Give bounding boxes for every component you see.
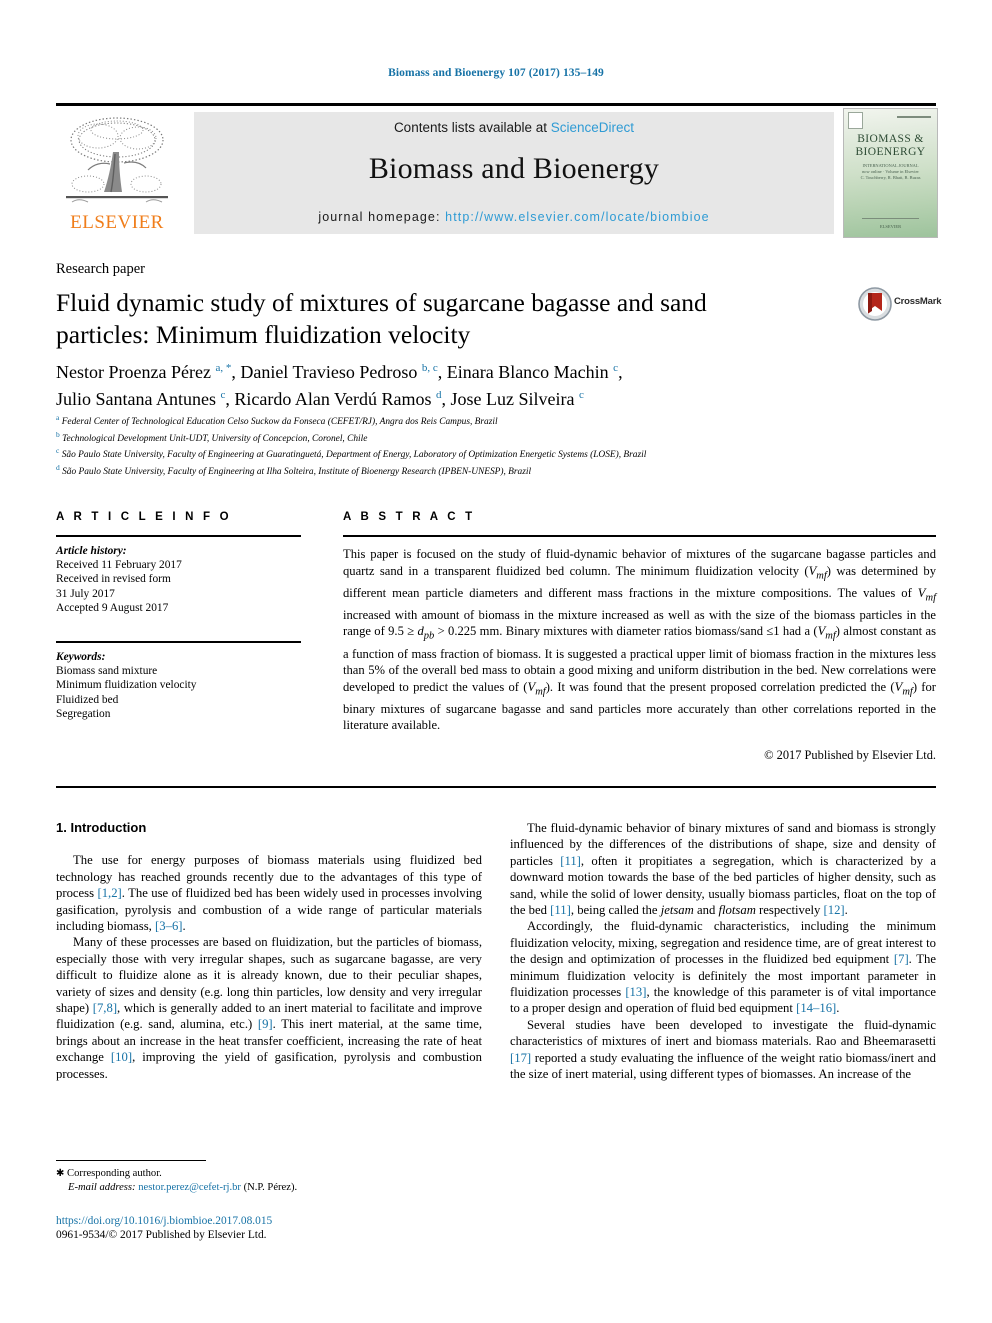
email-suffix: (N.P. Pérez).	[240, 1181, 298, 1193]
article-page: Biomass and Bioenergy 107 (2017) 135–149	[0, 0, 992, 1323]
body-column-right: The fluid-dynamic behavior of binary mix…	[510, 820, 936, 1083]
elsevier-wordmark: ELSEVIER	[70, 212, 164, 233]
journal-masthead: ELSEVIER Contents lists available at Sci…	[56, 103, 938, 239]
abstract-copyright: © 2017 Published by Elsevier Ltd.	[764, 748, 936, 762]
affiliation-list: a Federal Center of Technological Educat…	[56, 412, 936, 479]
paragraph: Several studies have been developed to i…	[510, 1017, 936, 1082]
cover-elsevier-mark-icon	[848, 112, 863, 129]
keyword-item: Biomass sand mixture	[56, 665, 158, 678]
crossmark-icon	[858, 287, 892, 321]
cover-subtitle-line1: INTERNATIONAL JOURNAL	[862, 163, 919, 168]
article-info-block: A R T I C L E I N F O Article history: R…	[56, 511, 301, 721]
cover-title-line2: BIOENERGY	[855, 146, 926, 158]
contents-list-line: Contents lists available at ScienceDirec…	[194, 120, 834, 135]
abstract-block: A B S T R A C T This paper is focused on…	[343, 511, 936, 763]
history-line: Received 11 February 2017	[56, 559, 182, 572]
corresponding-author-label: Corresponding author.	[67, 1168, 162, 1179]
elsevier-tree-icon	[58, 112, 176, 208]
journal-cover-thumbnail: BIOMASS & BIOENERGY INTERNATIONAL JOURNA…	[843, 108, 938, 238]
crossmark-badge[interactable]: CrossMark	[858, 287, 942, 321]
cover-top-rule	[897, 116, 931, 118]
history-line: Received in revised form	[56, 573, 171, 586]
abstract-block-bottom-rule	[56, 786, 936, 788]
keywords-block: Keywords: Biomass sand mixture Minimum f…	[56, 650, 301, 721]
affiliation-item: a Federal Center of Technological Educat…	[56, 413, 498, 428]
corresponding-author-note: ✱ Corresponding author.	[56, 1167, 486, 1181]
cover-subtitle: INTERNATIONAL JOURNAL now online · Volum…	[844, 163, 937, 181]
author-line-1: Nestor Proenza Pérez a, *, Daniel Travie…	[56, 362, 623, 382]
journal-homepage-link[interactable]: http://www.elsevier.com/locate/biombioe	[445, 210, 710, 224]
paragraph: Accordingly, the fluid-dynamic character…	[510, 919, 937, 1016]
abstract-heading: A B S T R A C T	[343, 511, 476, 523]
body-column-left: 1. Introduction The use for energy purpo…	[56, 820, 482, 1082]
article-info-heading: A R T I C L E I N F O	[56, 511, 232, 523]
article-history: Article history: Received 11 February 20…	[56, 544, 301, 615]
article-type-label: Research paper	[56, 261, 145, 277]
cover-bottom-rule	[862, 218, 919, 219]
asterisk-icon: ✱	[56, 1168, 65, 1179]
journal-band: Contents lists available at ScienceDirec…	[194, 112, 834, 234]
email-label: E-mail address:	[68, 1181, 136, 1193]
history-line: 31 July 2017	[56, 587, 115, 600]
paragraph: Many of these processes are based on flu…	[56, 935, 482, 1081]
email-link[interactable]: nestor.perez@cefet-rj.br	[138, 1182, 241, 1193]
doi-block: https://doi.org/10.1016/j.biombioe.2017.…	[56, 1214, 486, 1243]
article-history-label: Article history:	[56, 545, 127, 557]
author-list: Nestor Proenza Pérez a, *, Daniel Travie…	[56, 357, 886, 411]
cover-title: BIOMASS & BIOENERGY	[844, 133, 937, 159]
affiliation-item: d São Paulo State University, Faculty of…	[56, 463, 532, 478]
issn-copyright-line: 0961-9534/© 2017 Published by Elsevier L…	[56, 1229, 267, 1242]
cover-subtitle-line2: now online · Volume in Elsevier	[862, 169, 919, 174]
journal-homepage-line: journal homepage: http://www.elsevier.co…	[194, 210, 834, 224]
paragraph: The use for energy purposes of biomass m…	[56, 853, 482, 934]
elsevier-logo: ELSEVIER	[58, 112, 176, 234]
cover-title-line1: BIOMASS &	[857, 133, 924, 145]
sciencedirect-link[interactable]: ScienceDirect	[551, 120, 634, 135]
footnote-block: ✱ Corresponding author. E-mail address: …	[56, 1167, 486, 1194]
journal-title: Biomass and Bioenergy	[368, 152, 660, 185]
section-heading-introduction: 1. Introduction	[56, 820, 147, 835]
email-note: E-mail address: nestor.perez@cefet-rj.br…	[56, 1181, 486, 1195]
article-info-rule	[56, 535, 301, 537]
page-title: Fluid dynamic study of mixtures of sugar…	[56, 288, 707, 349]
cover-subtitle-line3: C. Touchberry, R. Bhatt, B. Buzas	[860, 175, 921, 180]
crossmark-label: CrossMark	[894, 296, 942, 307]
keywords-label: Keywords:	[56, 651, 106, 664]
author-line-2: Julio Santana Antunes c, Ricardo Alan Ve…	[56, 389, 584, 409]
history-line: Accepted 9 August 2017	[56, 601, 169, 614]
footnote-rule	[56, 1160, 206, 1161]
affiliation-item: b Technological Development Unit-UDT, Un…	[56, 429, 368, 444]
abstract-rule	[343, 535, 936, 537]
contents-prefix: Contents lists available at	[393, 120, 551, 135]
homepage-prefix: journal homepage:	[318, 210, 446, 224]
running-head: Biomass and Bioenergy 107 (2017) 135–149	[388, 67, 604, 79]
affiliation-item: c São Paulo State University, Faculty of…	[56, 446, 647, 461]
paragraph: The fluid-dynamic behavior of binary mix…	[510, 821, 936, 918]
keyword-item: Segregation	[56, 707, 111, 720]
cover-publisher: ELSEVIER	[879, 224, 902, 229]
keywords-rule	[56, 641, 301, 644]
keyword-item: Fluidized bed	[56, 693, 119, 706]
abstract-text: This paper is focused on the study of fl…	[343, 547, 936, 733]
doi-link[interactable]: https://doi.org/10.1016/j.biombioe.2017.…	[56, 1214, 486, 1228]
keyword-item: Minimum fluidization velocity	[56, 679, 197, 692]
